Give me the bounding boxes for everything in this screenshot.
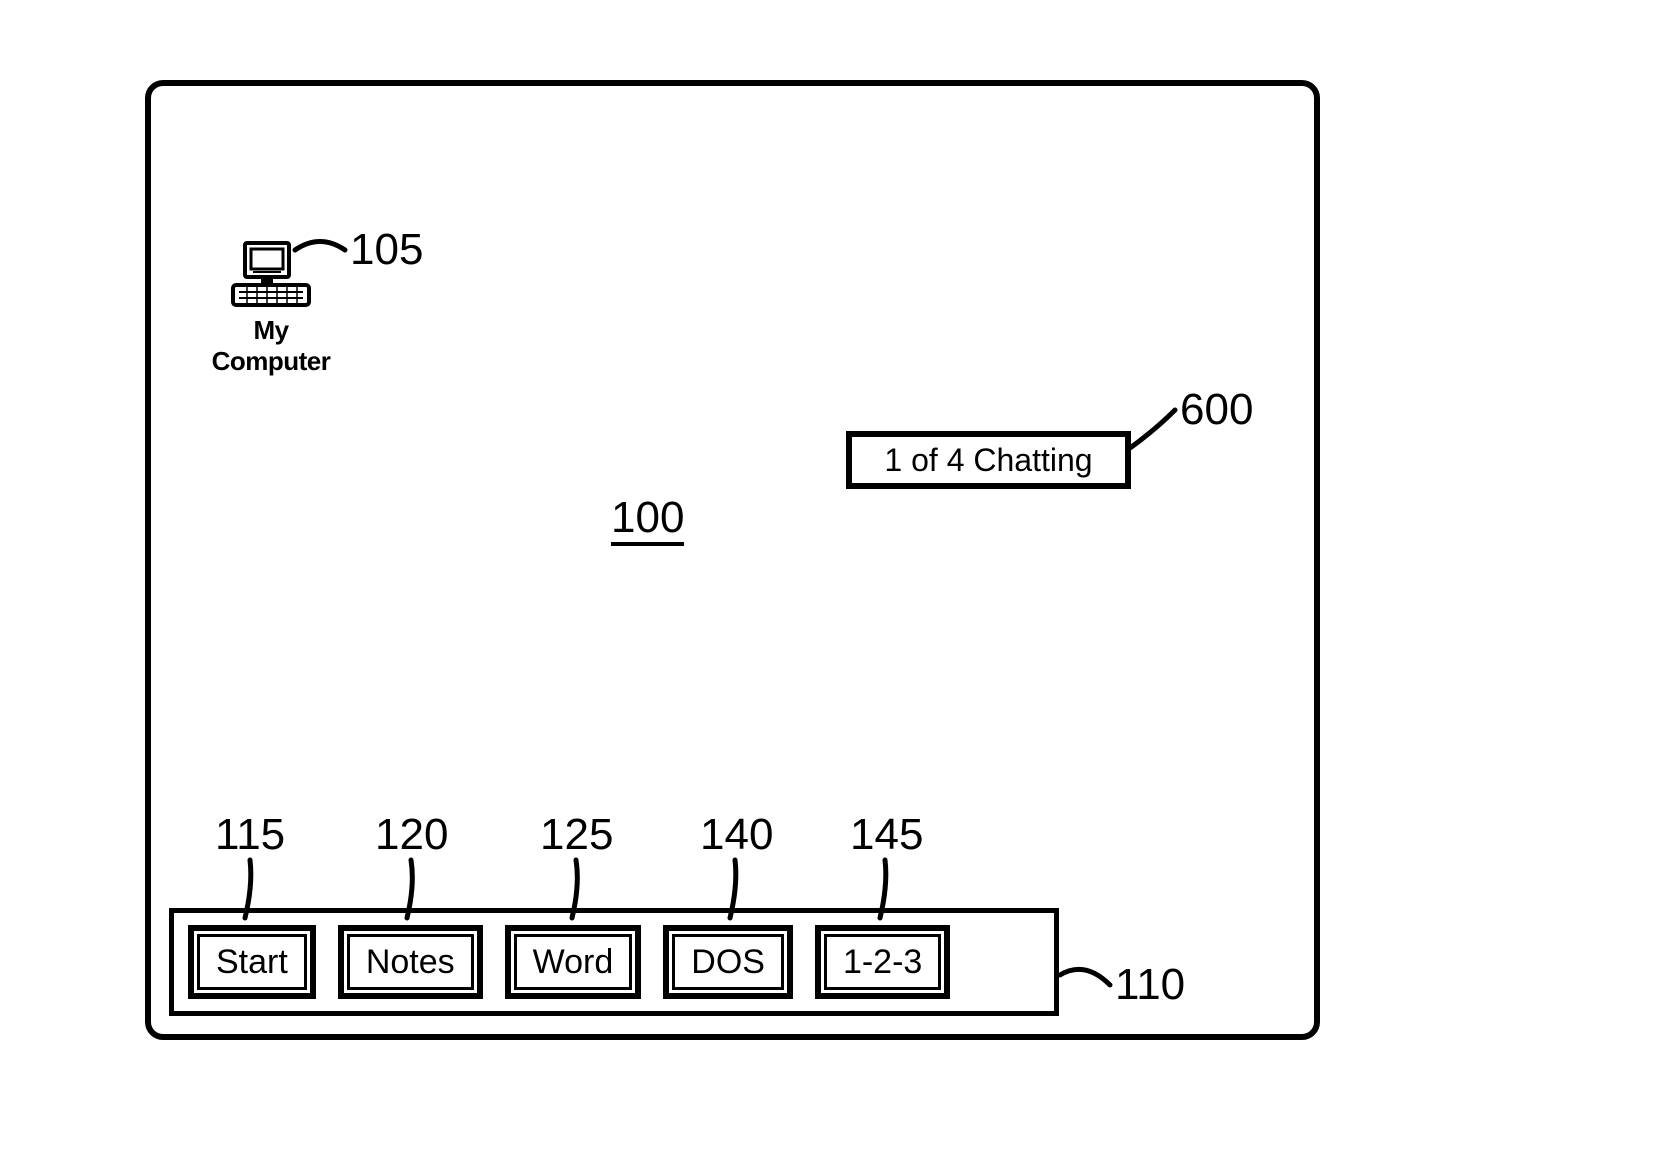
notification-box[interactable]: 1 of 4 Chatting [846, 431, 1131, 489]
ref-lotus: 145 [850, 810, 923, 860]
lotus-button-label: 1-2-3 [843, 943, 922, 982]
notes-button-label: Notes [366, 943, 455, 982]
my-computer-icon[interactable]: My Computer [201, 241, 341, 377]
dos-button[interactable]: DOS [663, 925, 793, 999]
ref-notification: 600 [1180, 385, 1253, 435]
ref-dos: 140 [700, 810, 773, 860]
notification-text: 1 of 4 Chatting [884, 442, 1092, 479]
word-button-label: Word [533, 943, 614, 982]
ref-desktop: 100 [611, 496, 684, 546]
lotus-button[interactable]: 1-2-3 [815, 925, 950, 999]
ref-notes: 120 [375, 810, 448, 860]
my-computer-label: My Computer [201, 315, 341, 377]
ref-taskbar: 110 [1115, 960, 1185, 1010]
start-button[interactable]: Start [188, 925, 316, 999]
word-button[interactable]: Word [505, 925, 642, 999]
ref-my-computer: 105 [350, 225, 423, 275]
taskbar: Start Notes Word DOS 1-2-3 [169, 908, 1059, 1016]
computer-icon [231, 241, 311, 309]
notes-button[interactable]: Notes [338, 925, 483, 999]
ref-word: 125 [540, 810, 613, 860]
desktop-screen: My Computer 100 1 of 4 Chatting Start No… [145, 80, 1320, 1040]
dos-button-label: DOS [691, 943, 765, 982]
start-button-label: Start [216, 943, 288, 982]
ref-start: 115 [215, 810, 285, 860]
